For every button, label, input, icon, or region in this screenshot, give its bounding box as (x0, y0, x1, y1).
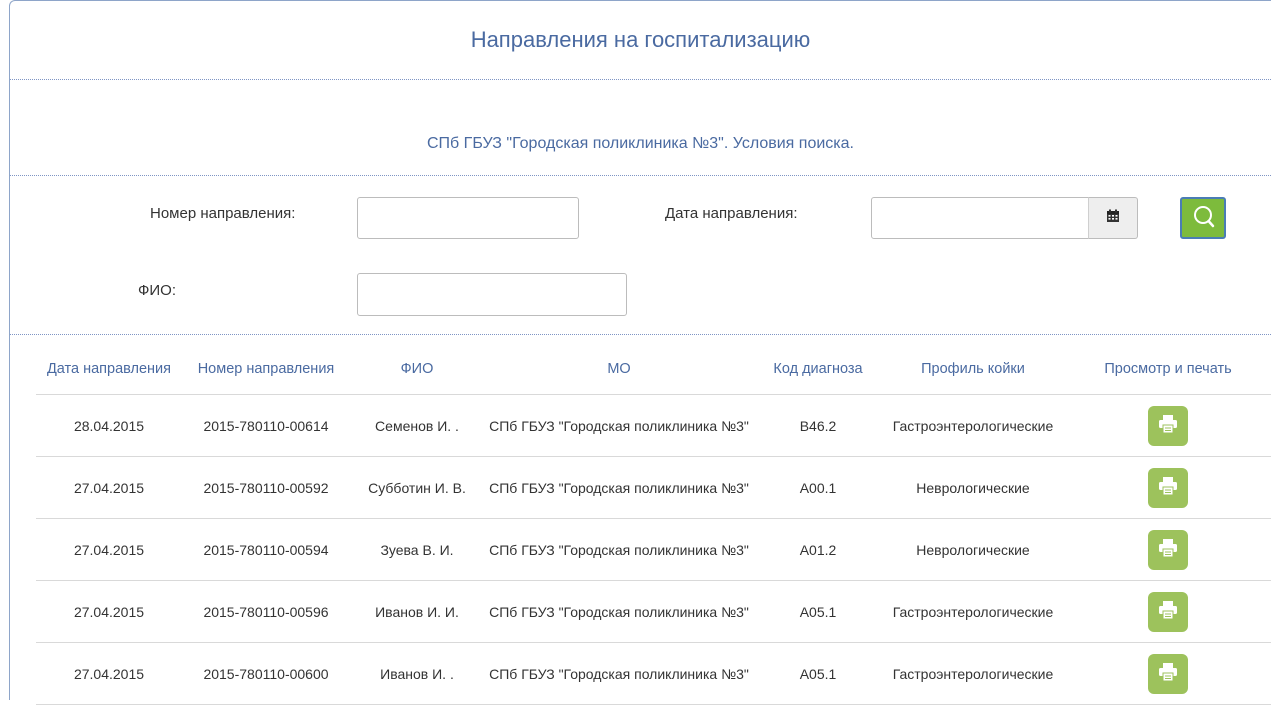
cell-number: 2015-780110-00594 (182, 518, 350, 581)
print-button[interactable] (1148, 529, 1188, 570)
cell-print (1064, 642, 1271, 705)
cell-bed-profile: Гастроэнтерологические (882, 394, 1064, 457)
cell-print (1064, 394, 1271, 457)
cell-diagnosis-code: A00.1 (754, 456, 882, 519)
printer-icon (1157, 414, 1179, 437)
printer-icon (1157, 600, 1179, 623)
cell-number: 2015-780110-00600 (182, 642, 350, 705)
print-button[interactable] (1148, 653, 1188, 694)
date-input[interactable] (871, 197, 1089, 239)
filter-divider (10, 334, 1271, 335)
search-conditions-heading: СПб ГБУЗ "Городская поликлиника №3". Усл… (10, 79, 1271, 176)
cell-number: 2015-780110-00596 (182, 580, 350, 643)
search-button[interactable] (1180, 197, 1226, 239)
print-button[interactable] (1148, 405, 1188, 446)
print-button[interactable] (1148, 467, 1188, 508)
col-header-code: Код диагноза (754, 344, 882, 395)
cell-fio: Зуева В. И. (350, 518, 484, 581)
cell-date: 27.04.2015 (36, 580, 182, 643)
col-header-number: Номер направления (182, 344, 350, 395)
search-heading-text: СПб ГБУЗ "Городская поликлиника №3". Усл… (427, 135, 854, 152)
cell-fio: Иванов И. И. (350, 580, 484, 643)
table-row: 27.04.2015 2015-780110-00596 Иванов И. И. С… (36, 580, 1271, 643)
referrals-table: Дата направления Номер направления ФИО МО Ко… (36, 344, 1271, 705)
col-header-mo: МО (484, 344, 754, 395)
referrals-panel: Направления на госпитализацию СПб ГБУЗ "… (9, 0, 1271, 705)
cell-bed-profile: Неврологические (882, 456, 1064, 519)
col-header-profile: Профиль койки (882, 344, 1064, 395)
table-row: 27.04.2015 2015-780110-00592 Субботин И. В… (36, 456, 1271, 519)
cell-diagnosis-code: A01.2 (754, 518, 882, 581)
cell-diagnosis-code: B46.2 (754, 394, 882, 457)
cell-mo: СПб ГБУЗ "Городская поликлиника №3" (484, 580, 754, 643)
cell-diagnosis-code: A05.1 (754, 642, 882, 705)
date-label: Дата направления: (665, 205, 798, 222)
cell-print (1064, 580, 1271, 643)
printer-icon (1157, 662, 1179, 685)
cell-print (1064, 456, 1271, 519)
fio-input[interactable] (357, 273, 627, 316)
number-input[interactable] (357, 197, 579, 239)
table-row: 27.04.2015 2015-780110-00600 Иванов И. . СП… (36, 642, 1271, 705)
search-icon (1190, 203, 1216, 234)
cell-mo: СПб ГБУЗ "Городская поликлиника №3" (484, 456, 754, 519)
calendar-icon (1106, 209, 1120, 228)
col-header-date: Дата направления (36, 344, 182, 395)
cell-date: 27.04.2015 (36, 642, 182, 705)
cell-date: 28.04.2015 (36, 394, 182, 457)
col-header-print: Просмотр и печать (1064, 344, 1271, 395)
cell-number: 2015-780110-00614 (182, 394, 350, 457)
printer-icon (1157, 538, 1179, 561)
table-row: 28.04.2015 2015-780110-00614 Семенов И. .С… (36, 394, 1271, 457)
cell-fio: Семенов И. . (350, 394, 484, 457)
number-label: Номер направления: (150, 205, 296, 222)
printer-icon (1157, 476, 1179, 499)
cell-date: 27.04.2015 (36, 456, 182, 519)
cell-mo: СПб ГБУЗ "Городская поликлиника №3" (484, 642, 754, 705)
fio-label: ФИО: (138, 282, 177, 299)
cell-mo: СПб ГБУЗ "Городская поликлиника №3" (484, 518, 754, 581)
page-title: Направления на госпитализацию (10, 1, 1271, 80)
calendar-button[interactable] (1088, 197, 1138, 239)
cell-number: 2015-780110-00592 (182, 456, 350, 519)
cell-diagnosis-code: A05.1 (754, 580, 882, 643)
cell-mo: СПб ГБУЗ "Городская поликлиника №3" (484, 394, 754, 457)
cell-fio: Субботин И. В. (350, 456, 484, 519)
table-header-row: Дата направления Номер направления ФИО МО Ко… (36, 344, 1271, 395)
cell-bed-profile: Гастроэнтерологические (882, 580, 1064, 643)
print-button[interactable] (1148, 591, 1188, 632)
cell-bed-profile: Неврологические (882, 518, 1064, 581)
cell-print (1064, 518, 1271, 581)
cell-date: 27.04.2015 (36, 518, 182, 581)
cell-fio: Иванов И. . (350, 642, 484, 705)
col-header-fio: ФИО (350, 344, 484, 395)
table-row: 27.04.2015 2015-780110-00594 Зуева В. И. СП… (36, 518, 1271, 581)
cell-bed-profile: Гастроэнтерологические (882, 642, 1064, 705)
